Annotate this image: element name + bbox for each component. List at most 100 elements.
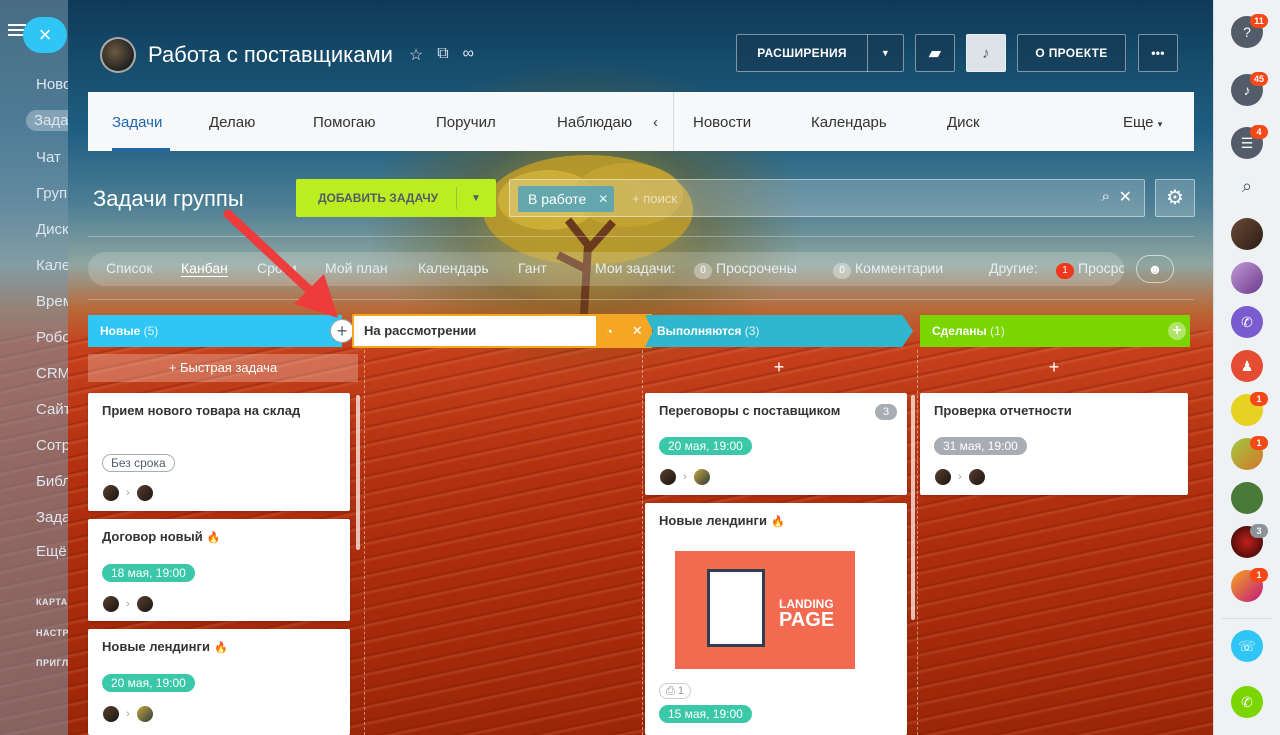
add-task-icon[interactable]: + [645,357,913,378]
avatar[interactable] [135,484,154,502]
task-title[interactable]: Переговоры с поставщиком [659,403,893,419]
add-task-icon[interactable]: + [920,357,1188,378]
task-title[interactable]: Новые лендинги 🔥 [102,639,336,656]
left-menu-item[interactable]: Сотр [36,437,68,454]
color-picker-icon[interactable]: ◔ [605,324,613,339]
left-menu-item[interactable]: Ново [36,76,68,93]
link-icon[interactable]: ∞ [463,45,474,65]
user-icon[interactable]: ♟ [1231,350,1263,382]
task-card[interactable]: Проверка отчетности 31 мая, 19:00 › [920,393,1188,495]
deadline-badge[interactable]: 15 мая, 19:00 [659,705,752,723]
task-card[interactable]: Новые лендинги 🔥 20 мая, 19:00 › [88,629,350,735]
tab-calendar[interactable]: Календарь [811,114,887,131]
chevron-down-icon[interactable]: ▼ [867,34,903,72]
about-project-button[interactable]: О ПРОЕКТЕ [1017,34,1126,72]
tab-helping[interactable]: Помогаю [313,114,376,131]
left-menu-item[interactable]: Библ [36,473,68,490]
left-menu-item[interactable]: Кале [36,257,68,274]
add-icon[interactable]: + [1168,322,1186,340]
avatar[interactable] [934,468,952,486]
deadline-badge[interactable]: 20 мая, 19:00 [659,437,752,455]
left-menu-item[interactable]: Диск [36,221,68,238]
quick-task-button[interactable]: + Быстрая задача [88,354,358,382]
chat-icon[interactable]: ▰ [915,34,955,72]
deadline-badge[interactable]: 18 мая, 19:00 [102,564,195,582]
tab-watching[interactable]: Наблюдаю [557,114,632,131]
avatar[interactable] [135,705,154,723]
contact-center-icon[interactable]: ☏ [1231,630,1263,662]
view-gantt[interactable]: Гант [518,260,547,276]
avatar[interactable] [692,468,711,486]
phone-icon[interactable]: ✆ [1231,306,1263,338]
bell-icon[interactable]: ♪ [966,34,1006,72]
scrollbar[interactable] [911,395,915,620]
left-menu-item[interactable]: Чат [36,149,61,166]
task-title[interactable]: Проверка отчетности [934,403,1174,419]
close-icon[interactable]: ✕ [598,186,608,212]
star-icon[interactable]: ☆ [409,45,423,65]
avatar[interactable] [135,595,154,613]
task-title[interactable]: Договор новый 🔥 [102,529,336,546]
search-icon[interactable]: ⌕ [1231,170,1263,202]
tab-doing[interactable]: Делаю [209,114,255,131]
task-card[interactable]: Переговоры с поставщиком 3 20 мая, 19:00… [645,393,907,495]
robot-icon[interactable]: ☻ [1136,255,1174,283]
left-menu-item[interactable]: Ещё [36,543,67,560]
comments-badge[interactable]: 3 [875,404,897,420]
scrollbar[interactable] [356,395,360,550]
view-calendar[interactable]: Календарь [418,260,489,276]
deadline-badge[interactable]: 31 мая, 19:00 [934,437,1027,455]
left-menu-item-active[interactable]: Зада [26,110,68,131]
tab-news[interactable]: Новости [693,114,751,131]
collapse-icon[interactable]: ‹ [653,114,658,131]
left-menu-item[interactable]: Груп [36,185,67,202]
attachments-badge[interactable]: ⎙ 1 [659,683,691,699]
tab-assigned[interactable]: Поручил [436,114,496,131]
task-title[interactable]: Новые лендинги 🔥 [659,513,893,530]
search-input[interactable]: В работе ✕ + поиск ⌕ ✕ [509,179,1145,217]
task-card[interactable]: Новые лендинги 🔥 LANDING PAGE ⎙ 1 15 мая,… [645,503,907,735]
column-header-in-progress[interactable]: Выполняются (3) [645,315,913,347]
chevron-down-icon[interactable]: ▼ [457,193,495,204]
clear-icon[interactable]: ✕ [1119,187,1132,207]
view-list[interactable]: Список [106,260,153,276]
close-icon[interactable]: ✕ [632,323,643,339]
avatar[interactable] [1231,482,1263,514]
avatar[interactable] [102,595,120,613]
deadline-badge[interactable]: 20 мая, 19:00 [102,674,195,692]
tab-disk[interactable]: Диск [947,114,980,131]
left-menu-item[interactable]: Зада [36,509,68,526]
avatar[interactable] [102,705,120,723]
task-card[interactable]: Прием нового товара на склад Без срока › [88,393,350,511]
task-title[interactable]: Прием нового товара на склад [102,403,336,419]
overdue-filter[interactable]: 0 Просрочены [694,260,797,279]
extensions-button[interactable]: РАСШИРЕНИЯ ▼ [736,34,904,72]
close-slider-button[interactable]: × [23,17,67,53]
avatar[interactable] [967,468,986,486]
avatar[interactable] [1231,262,1263,294]
tab-more[interactable]: Еще ▾ [1123,114,1162,131]
more-button[interactable]: ••• [1138,34,1178,72]
deadline-badge[interactable]: Без срока [102,454,175,472]
call-icon[interactable]: ✆ [1231,686,1263,718]
avatar[interactable] [659,468,677,486]
task-title-text: Договор новый [102,529,203,544]
left-menu-item[interactable]: Врем [36,293,68,310]
filter-chip[interactable]: В работе ✕ [518,186,615,212]
left-menu-item[interactable]: Сайт [36,401,68,418]
search-icon[interactable]: ⌕ [1102,188,1110,205]
left-menu-item[interactable]: CRM [36,365,68,382]
paperclip-icon: ⎙ [666,685,675,697]
avatar[interactable] [1231,218,1263,250]
new-column-name-input[interactable]: На рассмотрении [354,316,596,346]
external-link-icon[interactable]: ⧉ [437,45,448,65]
left-menu-item[interactable]: Робо [36,329,68,346]
task-card[interactable]: Договор новый 🔥 18 мая, 19:00 › [88,519,350,621]
task-image[interactable]: LANDING PAGE [675,551,855,669]
avatar[interactable] [102,484,120,502]
others-overdue-filter[interactable]: 1 Просро [1056,260,1124,279]
column-header-done[interactable]: Сделаны (1) + [920,315,1190,347]
tab-tasks[interactable]: Задачи [112,114,162,131]
gear-icon[interactable]: ⚙ [1155,179,1195,217]
comments-filter[interactable]: 0 Комментарии [833,260,943,279]
